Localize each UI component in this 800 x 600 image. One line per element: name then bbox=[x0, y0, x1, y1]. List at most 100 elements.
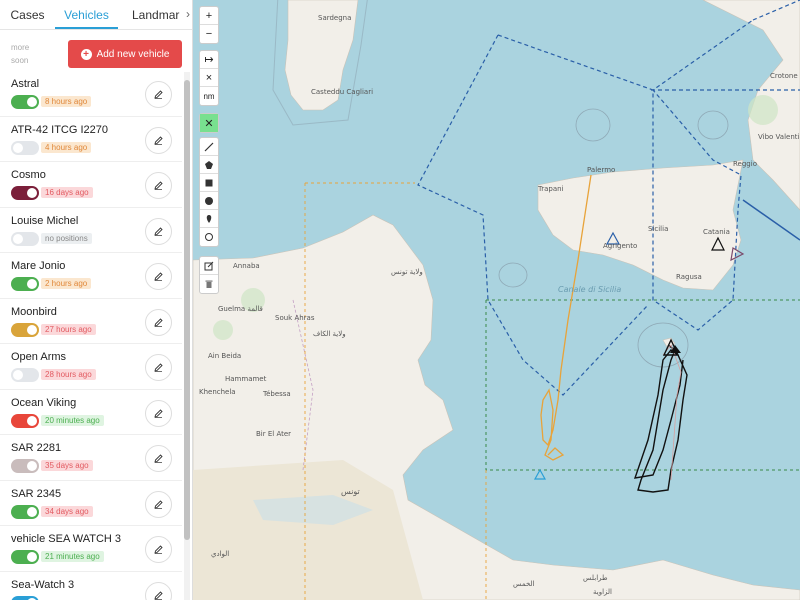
sar-zone-malta bbox=[485, 299, 800, 471]
clear-measure-button[interactable]: × bbox=[200, 69, 218, 87]
edit-toolbar bbox=[199, 256, 219, 294]
plus-icon: + bbox=[80, 48, 92, 60]
pencil-icon bbox=[154, 499, 163, 509]
label-souk-ahras: Souk Ahras bbox=[275, 314, 315, 322]
tab-scroll-right-icon[interactable]: › bbox=[186, 7, 190, 21]
vehicle-name: SAR 2345 bbox=[11, 487, 62, 500]
vehicle-visibility-toggle[interactable] bbox=[11, 95, 39, 109]
vehicle-item[interactable]: Cosmo 16 days ago bbox=[0, 162, 182, 208]
edit-vehicle-button[interactable] bbox=[145, 263, 172, 290]
vehicle-item[interactable]: Louise Michel no positions bbox=[0, 208, 182, 253]
confirm-button[interactable]: ✕ bbox=[200, 114, 218, 132]
edit-layers-icon[interactable] bbox=[200, 257, 218, 275]
vehicle-item[interactable]: ATR-42 ITCG I2270 4 hours ago bbox=[0, 117, 182, 162]
zoom-control: + − bbox=[199, 6, 219, 44]
label-crotone: Crotone bbox=[770, 72, 798, 80]
vehicle-visibility-toggle[interactable] bbox=[11, 550, 39, 564]
tab-cases[interactable]: Cases bbox=[0, 0, 55, 29]
vehicle-item[interactable]: Open Arms 28 hours ago bbox=[0, 344, 182, 390]
scrollbar-thumb[interactable] bbox=[184, 80, 190, 540]
label-tunis: ولاية تونس bbox=[391, 268, 423, 276]
vehicle-status-badge: 34 days ago bbox=[41, 505, 93, 517]
edit-vehicle-button[interactable] bbox=[145, 399, 172, 427]
edit-vehicle-button[interactable] bbox=[145, 490, 172, 518]
add-vehicle-button[interactable]: + Add new vehicle bbox=[68, 40, 182, 68]
vehicle-name: ATR-42 ITCG I2270 bbox=[11, 123, 108, 136]
label-tebessa: Tébessa bbox=[263, 390, 291, 398]
draw-circlemarker-icon[interactable] bbox=[200, 228, 218, 246]
vehicle-status-badge: 20 minutes ago bbox=[41, 414, 104, 426]
vehicle-visibility-toggle[interactable] bbox=[11, 231, 39, 246]
label-canale: Canale di Sicilia bbox=[558, 285, 622, 294]
vehicle-item[interactable]: Mare Jonio 2 hours ago bbox=[0, 253, 182, 299]
vehicle-status-badge: no positions bbox=[41, 232, 92, 244]
vehicle-visibility-toggle[interactable] bbox=[11, 504, 39, 519]
toggle-knob bbox=[27, 461, 37, 471]
vehicle-item[interactable]: SAR 2345 34 days ago bbox=[0, 481, 182, 526]
vehicle-item[interactable]: Astral 8 hours ago bbox=[0, 71, 182, 117]
tab-vehicles[interactable]: Vehicles bbox=[55, 0, 118, 29]
vehicle-visibility-toggle[interactable] bbox=[11, 413, 39, 428]
pencil-icon bbox=[154, 272, 163, 281]
vehicle-item[interactable]: vehicle SEA WATCH 3 21 minutes ago bbox=[0, 526, 182, 572]
tab-landmarks[interactable]: Landmarks bbox=[118, 0, 180, 29]
vehicle-visibility-toggle[interactable] bbox=[11, 322, 39, 337]
pencil-icon bbox=[154, 90, 163, 99]
edit-vehicle-button[interactable] bbox=[145, 445, 172, 472]
toggle-knob bbox=[27, 552, 37, 562]
sidebar: Cases Vehicles Landmarks › more soon + A… bbox=[0, 0, 193, 600]
vehicle-name: vehicle SEA WATCH 3 bbox=[11, 533, 122, 545]
delete-layers-icon[interactable] bbox=[200, 275, 218, 293]
label-sicilia: Sicilia bbox=[648, 225, 669, 233]
measure-button[interactable]: ↦ bbox=[200, 51, 218, 69]
vehicle-visibility-toggle[interactable] bbox=[11, 595, 39, 600]
vehicle-visibility-toggle[interactable] bbox=[11, 186, 39, 200]
edit-vehicle-button[interactable] bbox=[145, 536, 172, 563]
toggle-knob bbox=[27, 188, 37, 198]
pencil-icon bbox=[154, 181, 163, 190]
zoom-in-button[interactable]: + bbox=[200, 7, 218, 25]
map-canvas[interactable]: Sardegna Casteddu Cagliari Palermo Trapa… bbox=[193, 0, 800, 600]
label-el-kef: ولاية الكاف bbox=[313, 330, 346, 338]
vehicle-item[interactable]: Ocean Viking 20 minutes ago bbox=[0, 390, 182, 435]
edit-vehicle-button[interactable] bbox=[145, 172, 172, 199]
label-casteddu: Casteddu Cagliari bbox=[311, 88, 374, 96]
zoom-out-button[interactable]: − bbox=[200, 25, 218, 43]
edit-vehicle-button[interactable] bbox=[145, 217, 172, 245]
vehicle-visibility-toggle[interactable] bbox=[11, 459, 39, 473]
edit-vehicle-button[interactable] bbox=[145, 126, 172, 154]
edit-vehicle-button[interactable] bbox=[145, 308, 172, 336]
vehicle-status-badge: 8 hours ago bbox=[41, 96, 92, 107]
vehicle-visibility-toggle[interactable] bbox=[11, 368, 39, 382]
vehicle-name: Ocean Viking bbox=[11, 396, 77, 409]
vehicle-status-badge: 28 hours ago bbox=[41, 369, 96, 380]
draw-polygon-icon[interactable] bbox=[200, 156, 218, 174]
pencil-icon bbox=[154, 545, 163, 554]
vehicle-item[interactable]: Moonbird 27 hours ago bbox=[0, 299, 182, 344]
label-tunisia: تونس bbox=[341, 487, 360, 496]
vehicle-name: Mare Jonio bbox=[11, 260, 66, 272]
label-tarabulus: طرابلس bbox=[583, 574, 608, 582]
draw-circle-icon[interactable] bbox=[200, 192, 218, 210]
label-el-wadi: الوادي bbox=[211, 550, 230, 558]
vehicle-visibility-toggle[interactable] bbox=[11, 277, 39, 291]
draw-rectangle-icon[interactable] bbox=[200, 174, 218, 192]
sicily-landmass bbox=[537, 159, 744, 291]
unit-button[interactable]: nm bbox=[200, 87, 218, 105]
edit-vehicle-button[interactable] bbox=[145, 354, 172, 381]
label-hammamet: Hammamet bbox=[225, 375, 267, 383]
vehicle-status-badge: 2 hours ago bbox=[41, 278, 92, 289]
vehicle-item[interactable]: SAR 2281 35 days ago bbox=[0, 435, 182, 481]
vehicle-visibility-toggle[interactable] bbox=[11, 140, 39, 155]
draw-line-icon[interactable] bbox=[200, 138, 218, 156]
draw-marker-icon[interactable] bbox=[200, 210, 218, 228]
toggle-knob bbox=[13, 233, 23, 244]
pencil-icon bbox=[154, 363, 163, 372]
label-vibo: Vibo Valentia bbox=[758, 133, 800, 141]
vehicle-item[interactable]: Sea-Watch 3 bbox=[0, 572, 182, 600]
pencil-icon bbox=[154, 408, 163, 418]
edit-vehicle-button[interactable] bbox=[145, 81, 172, 108]
label-guelma: Guelma قالمة bbox=[218, 305, 263, 313]
vehicle-status-badge: 35 days ago bbox=[41, 460, 93, 471]
edit-vehicle-button[interactable] bbox=[145, 581, 172, 600]
